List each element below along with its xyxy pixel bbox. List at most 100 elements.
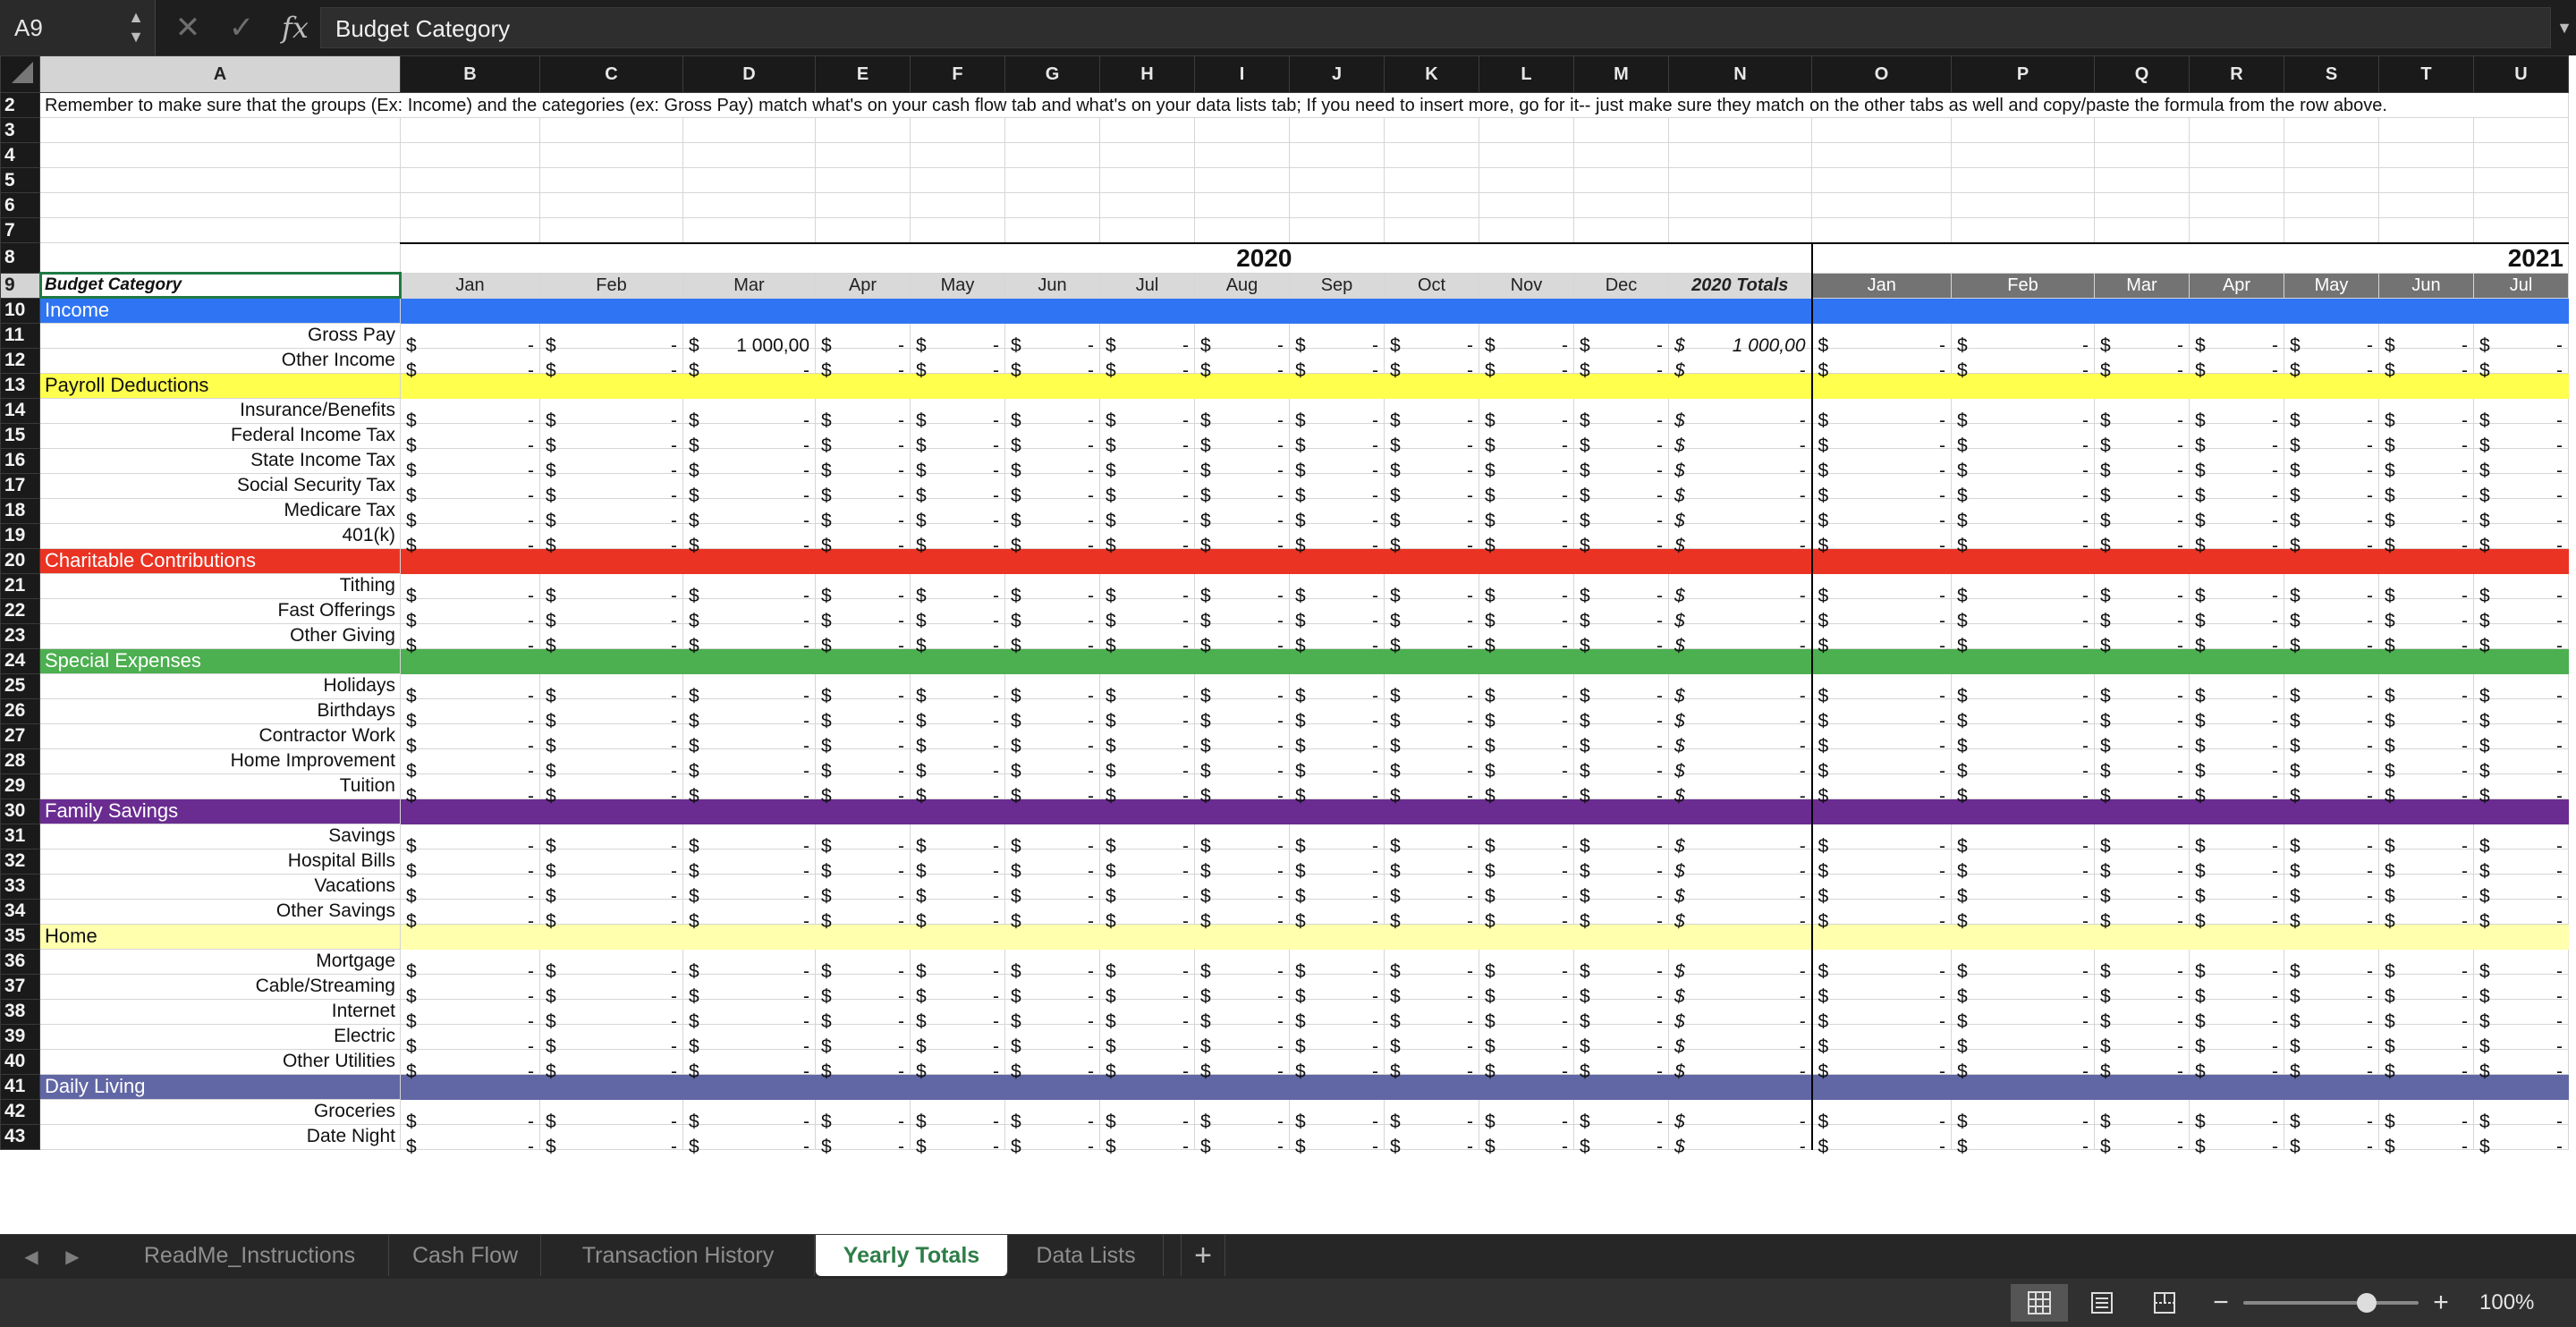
amount-cell-k[interactable]: $ - <box>1384 1123 1479 1157</box>
amount-cell-b[interactable]: $ - <box>400 848 540 882</box>
amount-cell-r[interactable]: $ - <box>2189 672 2284 706</box>
amount-cell-n[interactable]: $ - <box>1668 622 1812 656</box>
cell-a4[interactable] <box>39 142 401 168</box>
amount-cell-r[interactable]: $ - <box>2189 1123 2284 1157</box>
row-header[interactable]: 20 <box>0 547 40 574</box>
amount-cell-g[interactable]: $ - <box>1004 697 1100 731</box>
year-2020-heading[interactable]: 2020 <box>400 241 1812 274</box>
amount-cell-k[interactable]: $ - <box>1384 622 1479 656</box>
amount-cell-k[interactable]: $ - <box>1384 873 1479 907</box>
amount-cell-m[interactable]: $ - <box>1573 1123 1669 1157</box>
category-header-cell[interactable]: Daily Living <box>39 1073 401 1100</box>
amount-cell-d[interactable]: $ - <box>682 622 816 656</box>
amount-cell-q[interactable]: $ - <box>2094 572 2190 606</box>
amount-cell-b[interactable]: $ - <box>400 873 540 907</box>
amount-cell-s[interactable]: $ - <box>2284 347 2379 381</box>
amount-cell-o[interactable]: $ - <box>1810 347 1952 381</box>
line-item-label[interactable]: Mortgage <box>39 948 401 975</box>
column-header-h[interactable]: H <box>1099 55 1195 93</box>
amount-cell-b[interactable]: $ - <box>400 572 540 606</box>
amount-cell-l[interactable]: $ - <box>1479 322 1574 356</box>
amount-cell-u[interactable]: $ - <box>2473 572 2569 606</box>
amount-cell-r[interactable]: $ - <box>2189 823 2284 857</box>
amount-cell-b[interactable]: $ - <box>400 422 540 456</box>
cell-p4[interactable] <box>1951 142 2095 168</box>
amount-cell-t[interactable]: $ - <box>2378 422 2474 456</box>
amount-cell-l[interactable]: $ - <box>1479 948 1574 982</box>
amount-cell-c[interactable]: $ - <box>539 848 683 882</box>
amount-cell-p[interactable]: $ - <box>1951 597 2095 631</box>
cell-s4[interactable] <box>2284 142 2379 168</box>
amount-cell-q[interactable]: $ - <box>2094 973 2190 1007</box>
amount-cell-f[interactable]: $ - <box>910 948 1005 982</box>
amount-cell-l[interactable]: $ - <box>1479 973 1574 1007</box>
amount-cell-q[interactable]: $ - <box>2094 998 2190 1032</box>
amount-cell-f[interactable]: $ - <box>910 873 1005 907</box>
category-fill-cell[interactable] <box>2378 297 2474 324</box>
category-header-cell[interactable]: Family Savings <box>39 798 401 824</box>
amount-cell-i[interactable]: $ - <box>1194 322 1290 356</box>
amount-cell-m[interactable]: $ - <box>1573 948 1669 982</box>
category-fill-cell[interactable] <box>1951 547 2095 574</box>
amount-cell-o[interactable]: $ - <box>1810 1023 1952 1057</box>
amount-cell-f[interactable]: $ - <box>910 347 1005 381</box>
cell-u7[interactable] <box>2473 217 2569 243</box>
amount-cell-j[interactable]: $ - <box>1289 848 1385 882</box>
amount-cell-e[interactable]: $ - <box>815 447 911 481</box>
category-fill-cell[interactable] <box>1668 372 1812 399</box>
row-header[interactable]: 23 <box>0 622 40 649</box>
amount-cell-n[interactable]: $ - <box>1668 848 1812 882</box>
amount-cell-j[interactable]: $ - <box>1289 773 1385 807</box>
amount-cell-s[interactable]: $ - <box>2284 1023 2379 1057</box>
amount-cell-r[interactable]: $ - <box>2189 723 2284 756</box>
row-header[interactable]: 29 <box>0 773 40 799</box>
cell-a8[interactable] <box>39 242 401 274</box>
category-fill-cell[interactable] <box>539 647 683 674</box>
line-item-label[interactable]: Medicare Tax <box>39 497 401 524</box>
column-header-m[interactable]: M <box>1573 55 1669 93</box>
amount-cell-s[interactable]: $ - <box>2284 948 2379 982</box>
row-header[interactable]: 18 <box>0 497 40 524</box>
amount-cell-f[interactable]: $ - <box>910 748 1005 782</box>
amount-cell-f[interactable]: $ - <box>910 497 1005 531</box>
amount-cell-n[interactable]: $ - <box>1668 1048 1812 1082</box>
month-header-2020[interactable]: Jul <box>1099 272 1195 299</box>
row-header[interactable]: 8 <box>0 242 40 274</box>
cell-j5[interactable] <box>1289 167 1385 193</box>
amount-cell-r[interactable]: $ - <box>2189 472 2284 506</box>
category-fill-cell[interactable] <box>400 372 540 399</box>
amount-cell-s[interactable]: $ - <box>2284 873 2379 907</box>
category-fill-cell[interactable] <box>2284 297 2379 324</box>
amount-cell-s[interactable]: $ - <box>2284 522 2379 556</box>
category-fill-cell[interactable] <box>1668 297 1812 324</box>
cell-p7[interactable] <box>1951 217 2095 243</box>
category-fill-cell[interactable] <box>1004 297 1100 324</box>
amount-cell-s[interactable]: $ - <box>2284 497 2379 531</box>
amount-cell-u[interactable]: $ - <box>2473 1098 2569 1132</box>
cell-a3[interactable] <box>39 117 401 143</box>
amount-cell-r[interactable]: $ - <box>2189 898 2284 932</box>
cell-t5[interactable] <box>2378 167 2474 193</box>
cell-o6[interactable] <box>1811 192 1952 218</box>
month-header-2021[interactable]: Jun <box>2378 272 2474 299</box>
cell-g5[interactable] <box>1004 167 1100 193</box>
amount-cell-j[interactable]: $ - <box>1289 948 1385 982</box>
amount-cell-m[interactable]: $ - <box>1573 447 1669 481</box>
amount-cell-o[interactable]: $ - <box>1810 672 1952 706</box>
amount-cell-t[interactable]: $ - <box>2378 497 2474 531</box>
amount-cell-p[interactable]: $ - <box>1951 1123 2095 1157</box>
column-header-u[interactable]: U <box>2473 55 2569 93</box>
cell-h4[interactable] <box>1099 142 1195 168</box>
row-header[interactable]: 28 <box>0 748 40 774</box>
sheet-tab-cash-flow[interactable]: Cash Flow <box>390 1235 541 1276</box>
category-fill-cell[interactable] <box>1951 647 2095 674</box>
column-header-e[interactable]: E <box>815 55 911 93</box>
zoom-slider-thumb[interactable] <box>2357 1293 2377 1313</box>
amount-cell-f[interactable]: $ - <box>910 422 1005 456</box>
amount-cell-s[interactable]: $ - <box>2284 697 2379 731</box>
row-header[interactable]: 42 <box>0 1098 40 1125</box>
amount-cell-c[interactable]: $ - <box>539 1123 683 1157</box>
cell-q5[interactable] <box>2094 167 2190 193</box>
row-header[interactable]: 41 <box>0 1073 40 1100</box>
amount-cell-l[interactable]: $ - <box>1479 422 1574 456</box>
